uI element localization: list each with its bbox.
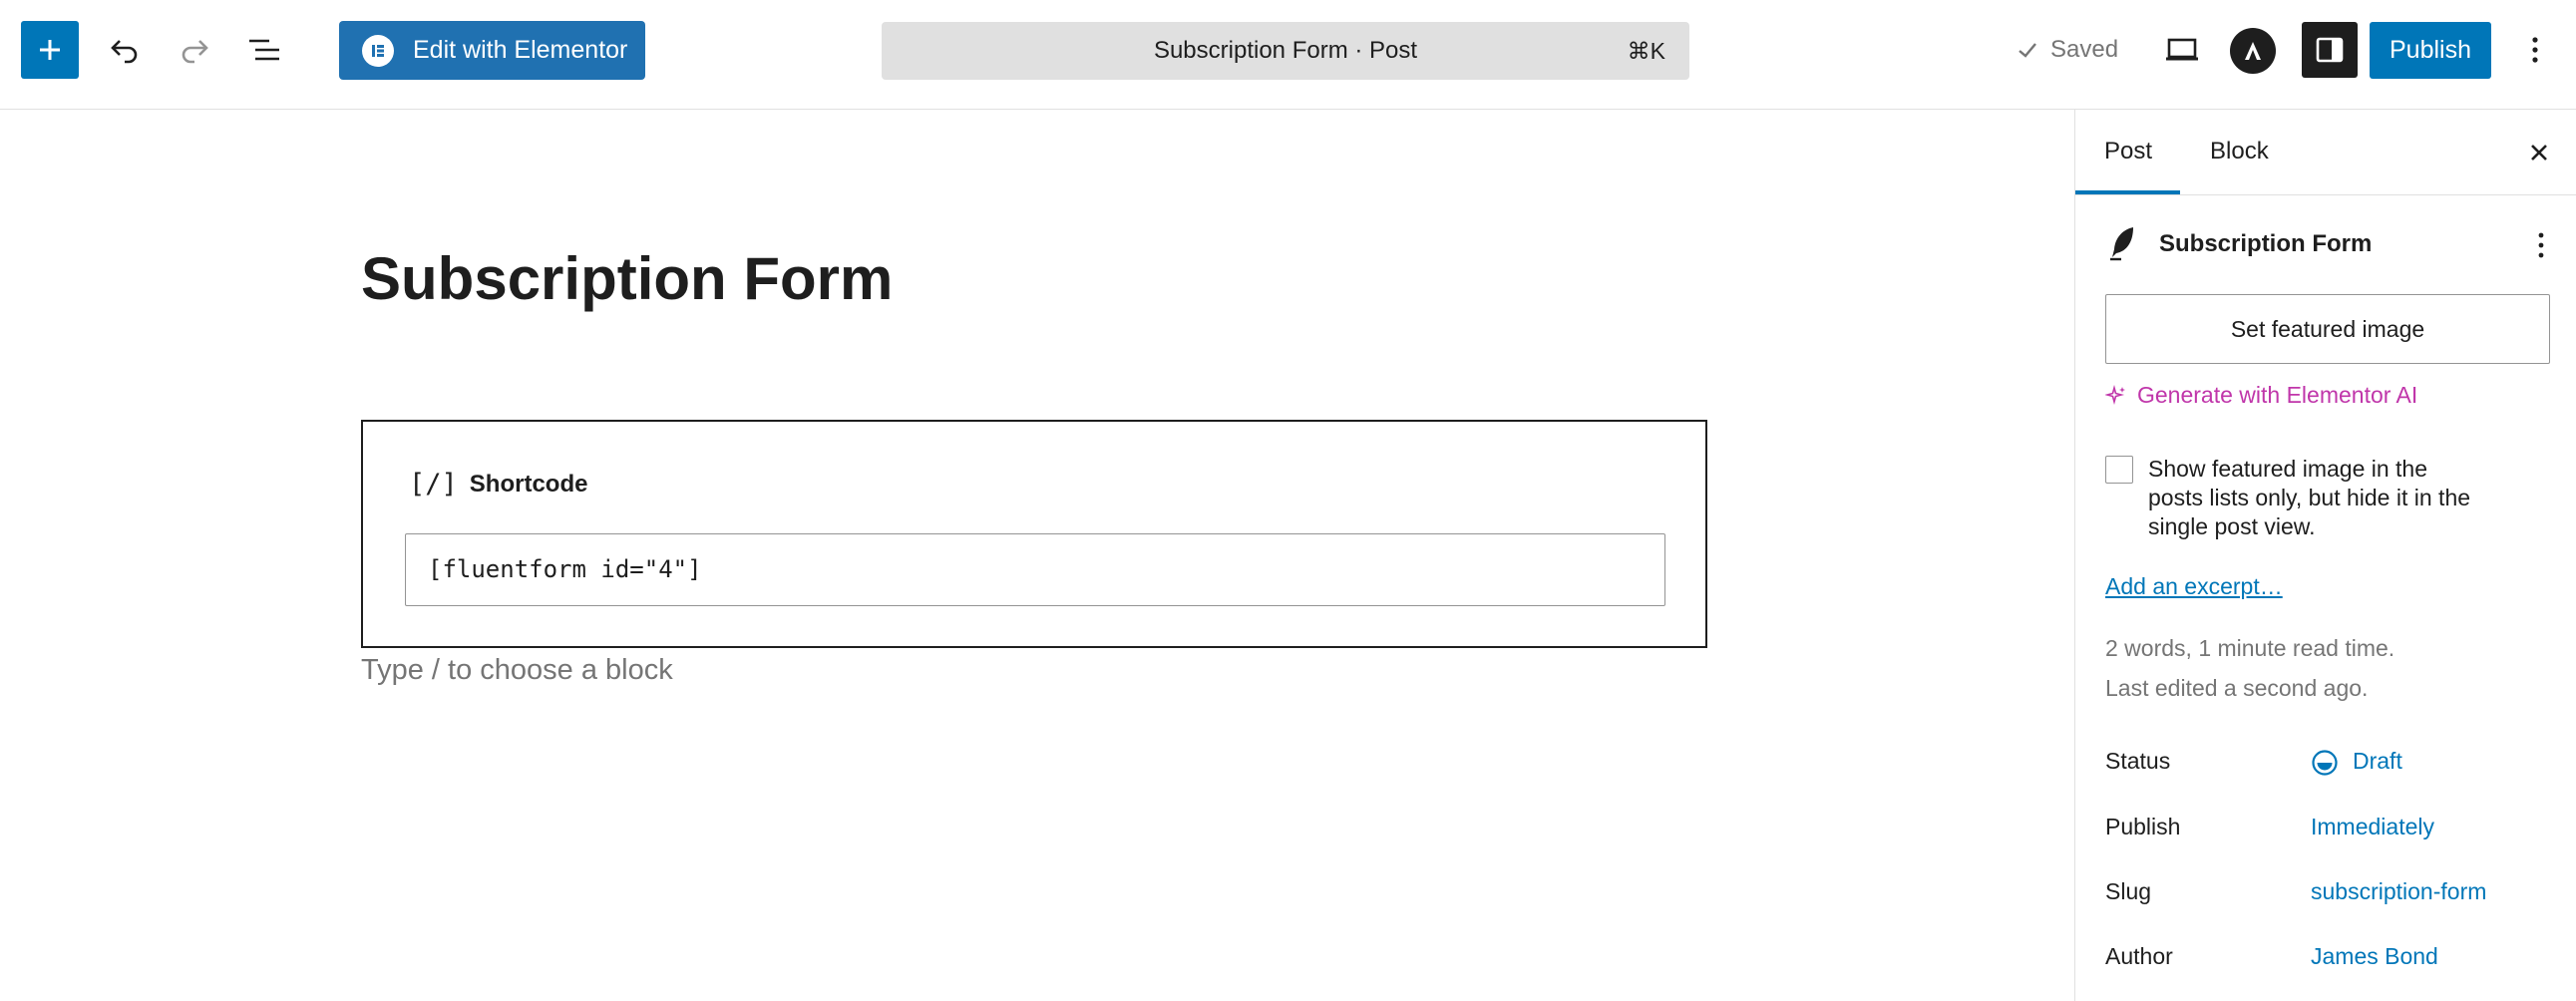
settings-sidebar-toggle[interactable] — [2302, 22, 2358, 78]
slug-value-button[interactable]: subscription-form — [2311, 878, 2486, 905]
check-icon — [2019, 43, 2036, 58]
status-value-button[interactable]: Draft — [2353, 748, 2402, 775]
shortcode-block[interactable]: [/] Shortcode [fluentform id="4"] — [361, 420, 1707, 648]
sparkle-icon — [2105, 384, 2125, 405]
shortcode-input[interactable]: [fluentform id="4"] — [405, 533, 1665, 606]
slug-label: Slug — [2105, 878, 2152, 904]
more-vertical-icon — [2532, 37, 2538, 63]
document-title: Subscription Form · Post — [1153, 37, 1418, 64]
elementor-logo-icon — [362, 34, 394, 67]
show-featured-image-label: Show featured image in the posts lists o… — [2148, 456, 2471, 539]
plus-icon — [40, 40, 60, 60]
post-title[interactable]: Subscription Form — [361, 244, 893, 313]
close-icon — [2531, 145, 2547, 161]
word-count: 2 words, 1 minute read time. — [2105, 635, 2395, 661]
tab-post[interactable]: Post — [2104, 138, 2152, 166]
publish-button[interactable]: Publish — [2370, 22, 2491, 79]
edit-with-elementor-button[interactable]: Edit with Elementor — [339, 21, 645, 80]
generate-with-elementor-ai-link[interactable]: Generate with Elementor AI — [2105, 382, 2417, 409]
preview-button[interactable] — [2157, 25, 2207, 75]
status-label: Status — [2105, 748, 2171, 774]
redo-button[interactable] — [170, 25, 219, 75]
undo-icon — [111, 40, 138, 64]
post-actions-button[interactable] — [2523, 227, 2559, 263]
saved-label: Saved — [2050, 36, 2119, 63]
sidebar-post-title: Subscription Form — [2159, 230, 2373, 257]
publish-date-button[interactable]: Immediately — [2311, 814, 2434, 840]
desktop-preview-icon — [2166, 38, 2198, 61]
options-button[interactable] — [2513, 25, 2557, 75]
redo-icon — [182, 40, 208, 64]
command-shortcut: ⌘K — [1627, 38, 1665, 64]
tab-block[interactable]: Block — [2210, 138, 2269, 166]
shortcode-block-header: [/] Shortcode — [409, 469, 587, 500]
show-featured-image-checkbox[interactable] — [2105, 456, 2133, 484]
astra-logo-icon — [2245, 42, 2261, 60]
set-featured-image-button[interactable]: Set featured image — [2105, 294, 2550, 364]
saved-state: Saved — [2017, 36, 2118, 64]
tabs-divider — [2075, 194, 2576, 195]
add-block-button[interactable] — [21, 21, 79, 79]
post-type-feather-icon — [2110, 227, 2133, 261]
more-vertical-icon — [2538, 232, 2544, 258]
shortcode-icon: [/] — [409, 469, 458, 500]
document-overview-button[interactable] — [239, 25, 289, 75]
editor-toolbar: Edit with Elementor Subscription Form · … — [0, 0, 2576, 110]
draft-status-icon — [2312, 750, 2338, 776]
astra-settings-button[interactable] — [2230, 28, 2276, 74]
undo-button[interactable] — [100, 25, 150, 75]
block-appender[interactable]: Type / to choose a block — [361, 654, 673, 687]
author-value-button[interactable]: James Bond — [2311, 943, 2438, 970]
shortcode-block-label: Shortcode — [469, 470, 588, 498]
generate-ai-label: Generate with Elementor AI — [2137, 382, 2418, 408]
command-palette-button[interactable]: Subscription Form · Post ⌘K — [882, 22, 1689, 80]
list-view-icon — [249, 39, 279, 61]
sidebar-icon — [2316, 37, 2344, 63]
add-excerpt-link[interactable]: Add an excerpt… — [2105, 573, 2283, 600]
edit-with-elementor-label: Edit with Elementor — [413, 36, 628, 64]
close-sidebar-button[interactable] — [2519, 133, 2559, 172]
author-label: Author — [2105, 943, 2173, 969]
last-edited: Last edited a second ago. — [2105, 675, 2369, 701]
publish-label: Publish — [2105, 814, 2181, 839]
settings-sidebar: Post Block Subscription Form Set feature… — [2074, 110, 2576, 1001]
